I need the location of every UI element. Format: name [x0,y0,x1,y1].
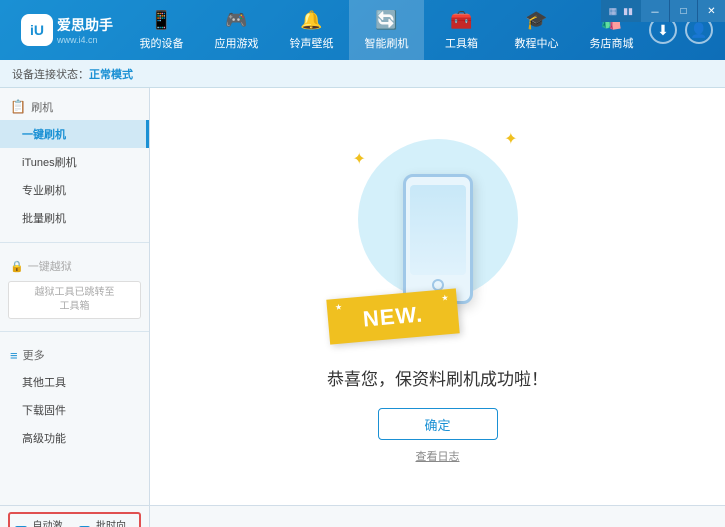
nav-bar: 📱 我的设备 🎮 应用游戏 🔔 铃声壁纸 🔄 智能刷机 🧰 工具箱 🎓 [124,0,649,60]
sidebar-section-jailbreak: 🔒 一键越狱 越狱工具已跳转至工具箱 [0,247,149,327]
nav-smart-flash[interactable]: 🔄 智能刷机 [349,0,424,60]
toolbox-icon: 🧰 [450,10,472,31]
more-section-icon: ≡ [10,348,18,363]
phone-illustration: ✦ ✦ ★ NEW. ★ [338,129,538,349]
auto-activate-label: 自动激活 [33,517,71,527]
sidebar-item-advanced[interactable]: 高级功能 [0,424,149,452]
sidebar-divider-2 [0,331,149,332]
nav-apps[interactable]: 🎮 应用游戏 [199,0,274,60]
wifi-icon: ▦ [609,6,618,17]
bottom-left: 自动激活 批时向导 📱 iPhone 15 Pro Max 512GB iPho… [0,506,150,527]
sidebar-item-other-tools[interactable]: 其他工具 [0,368,149,396]
status-label: 设备连接状态： [12,66,89,82]
auto-activate-row: 自动激活 [15,517,71,527]
ribbon: ★ NEW. ★ [328,294,458,339]
ringtone-icon: 🔔 [300,10,322,31]
logo-icon: iU [21,14,53,46]
flash-section-icon: 📋 [10,99,26,115]
bottom-right: V7.98.66 客服 微信公众号 检查更新 [150,506,725,527]
timed-guide-row: 批时向导 [79,517,135,527]
success-message: 恭喜您，保资料刷机成功啦！ [327,365,548,390]
ribbon-star-left: ★ [334,302,342,312]
main-layout: 📋 刷机 一键刷机 iTunes刷机 专业刷机 批量刷机 🔒 一键越狱 越狱工具… [0,88,725,505]
nav-toolbox[interactable]: 🧰 工具箱 [424,0,499,60]
sidebar-item-batch-flash[interactable]: 批量刷机 [0,204,149,232]
tutorial-icon: 🎓 [525,10,547,31]
sidebar: 📋 刷机 一键刷机 iTunes刷机 专业刷机 批量刷机 🔒 一键越狱 越狱工具… [0,88,150,505]
content-area: ✦ ✦ ★ NEW. ★ 恭喜您，保资料刷机成功啦！ 确定 [150,88,725,505]
nav-ringtone[interactable]: 🔔 铃声壁纸 [274,0,349,60]
logo-area: iU 爱思助手 www.i4.cn [0,14,124,46]
log-link[interactable]: 查看日志 [416,448,460,464]
status-mode[interactable]: 正常模式 [89,66,133,82]
maximize-button[interactable]: □ [669,0,697,22]
app-subtitle: www.i4.cn [57,35,113,45]
sparkle-icon-2: ✦ [353,149,366,169]
sidebar-item-download-firmware[interactable]: 下载固件 [0,396,149,424]
sidebar-item-one-key-flash[interactable]: 一键刷机 [0,120,149,148]
timed-guide-label: 批时向导 [96,517,134,527]
jailbreak-notice: 越狱工具已跳转至工具箱 [8,281,141,319]
sidebar-item-itunes-flash[interactable]: iTunes刷机 [0,148,149,176]
bottom-area: 自动激活 批时向导 📱 iPhone 15 Pro Max 512GB iPho… [0,505,725,527]
sidebar-header-flash: 📋 刷机 [0,94,149,120]
app-title: 爱思助手 [57,15,113,35]
lock-icon: 🔒 [10,260,24,273]
confirm-button[interactable]: 确定 [378,408,498,440]
sidebar-header-more: ≡ 更多 [0,342,149,368]
phone-body [403,174,473,304]
status-bar: 设备连接状态： 正常模式 [0,60,725,88]
nav-tutorial[interactable]: 🎓 教程中心 [499,0,574,60]
sidebar-section-flash: 📋 刷机 一键刷机 iTunes刷机 专业刷机 批量刷机 [0,88,149,238]
my-device-icon: 📱 [150,10,172,31]
apps-icon: 🎮 [225,10,247,31]
titlebar: ▦ ▮▮ － □ ✕ [601,0,725,22]
ribbon-star-right: ★ [441,293,449,303]
battery-icon: ▮▮ [623,6,633,17]
minimize-button[interactable]: － [641,0,669,22]
nav-my-device[interactable]: 📱 我的设备 [124,0,199,60]
sidebar-header-jailbreak: 🔒 一键越狱 [0,253,149,279]
ribbon-body: ★ NEW. ★ [326,288,459,344]
sidebar-divider-1 [0,242,149,243]
smart-flash-icon: 🔄 [375,10,397,31]
sidebar-item-pro-flash[interactable]: 专业刷机 [0,176,149,204]
sparkle-icon-1: ✦ [504,129,517,149]
checkbox-group: 自动激活 批时向导 [8,512,141,527]
ribbon-text: NEW. [361,301,423,332]
close-button[interactable]: ✕ [697,0,725,22]
sidebar-section-more: ≡ 更多 其他工具 下载固件 高级功能 [0,336,149,458]
phone-screen [410,185,466,275]
